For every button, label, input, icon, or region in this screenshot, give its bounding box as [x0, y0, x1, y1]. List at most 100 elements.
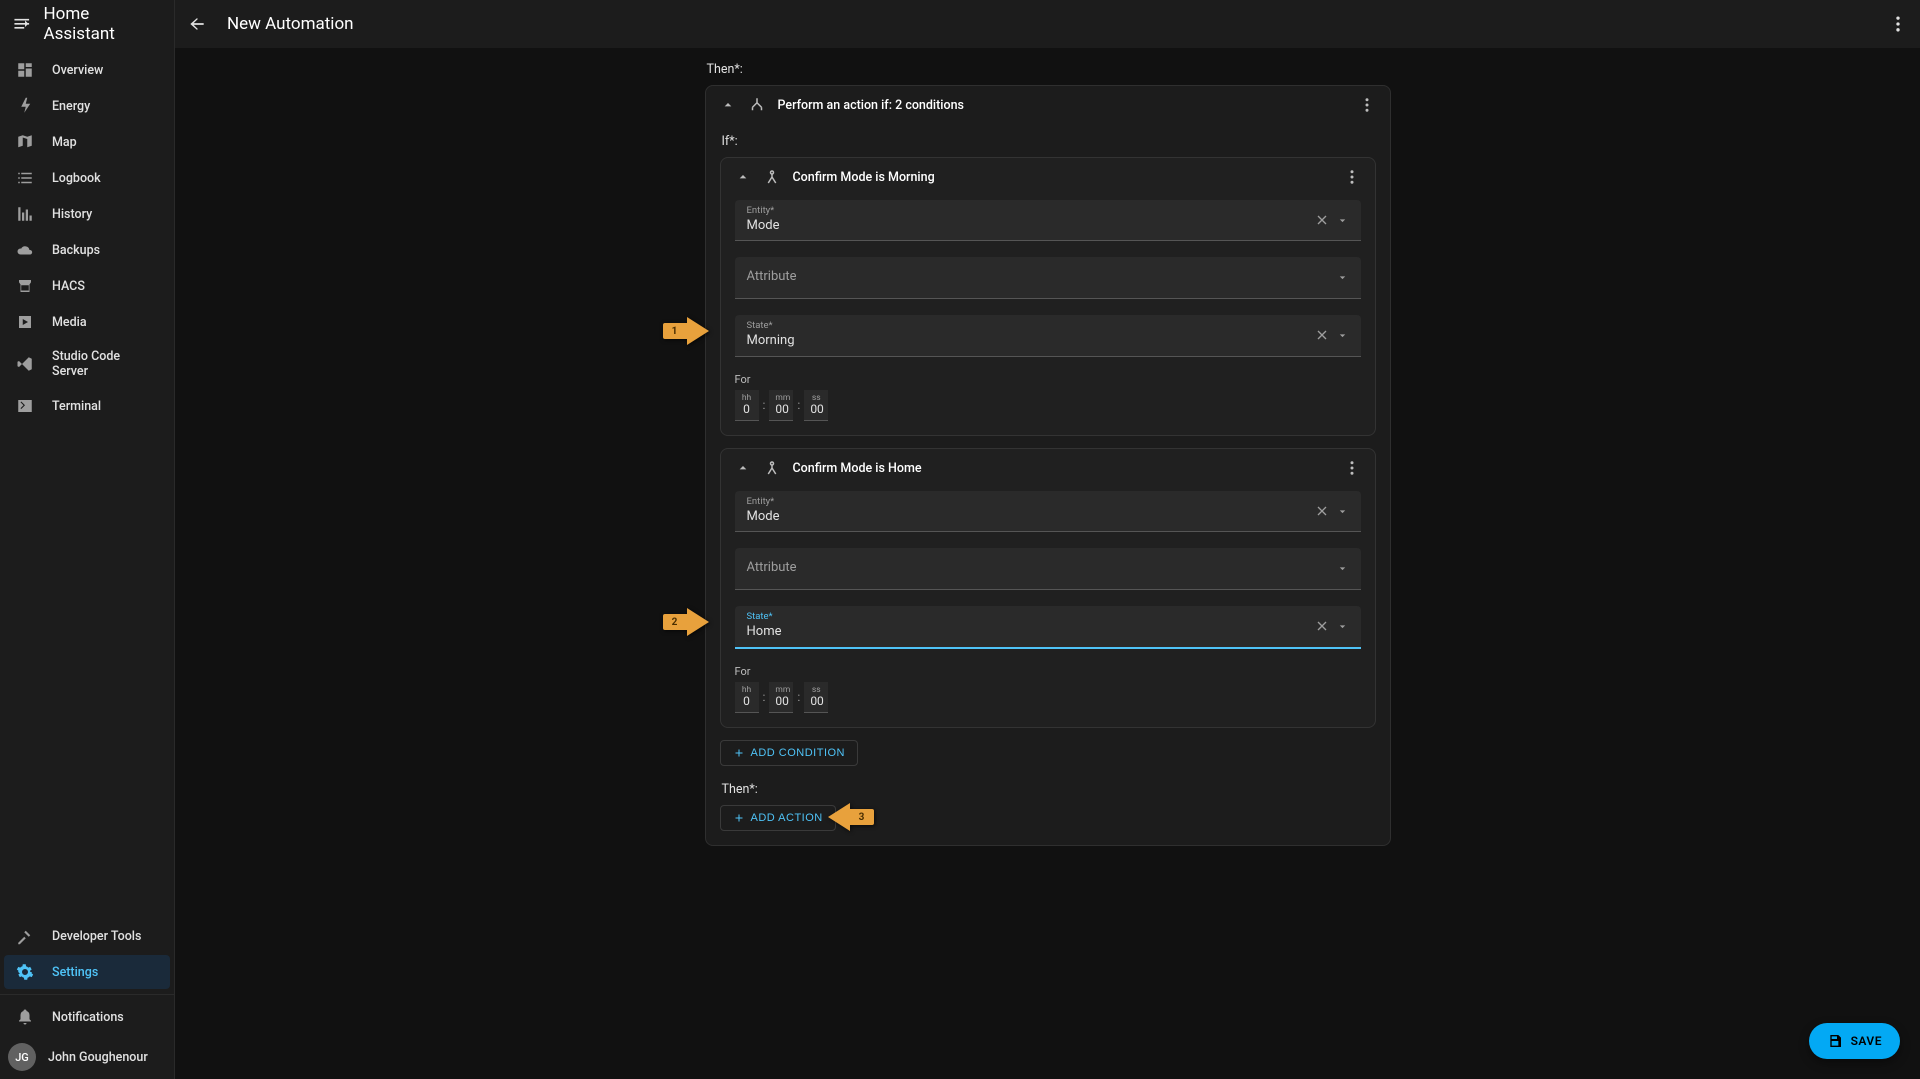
action-card: Perform an action if: 2 conditions If*: …: [705, 85, 1391, 846]
field-label: Entity*: [747, 497, 1314, 507]
hammer-icon: [16, 927, 34, 945]
dropdown-icon[interactable]: [1336, 214, 1349, 227]
dashboard-icon: [16, 61, 34, 79]
nav-label: Map: [52, 135, 77, 150]
nav-label: Terminal: [52, 399, 101, 414]
field-label: State*: [747, 612, 1314, 622]
condition-header[interactable]: Confirm Mode is Home: [721, 449, 1375, 487]
attribute-field[interactable]: Attribute: [735, 548, 1361, 590]
if-label: If*:: [722, 134, 1376, 149]
sidebar-user[interactable]: JG John Goughenour: [0, 1035, 174, 1079]
nav-label: Media: [52, 315, 87, 330]
card-more-icon[interactable]: [1343, 168, 1361, 186]
state-icon: [763, 168, 781, 186]
nav-label: Logbook: [52, 171, 101, 186]
sidebar-item-logbook[interactable]: Logbook: [4, 161, 170, 195]
sidebar-item-settings[interactable]: Settings: [4, 955, 170, 989]
dropdown-icon[interactable]: [1336, 505, 1349, 518]
vscode-icon: [16, 355, 34, 373]
for-ss[interactable]: ss00: [804, 390, 828, 422]
list-icon: [16, 169, 34, 187]
map-icon: [16, 133, 34, 151]
for-hh[interactable]: hh0: [735, 682, 759, 714]
sidebar-item-media[interactable]: Media: [4, 305, 170, 339]
page-title: New Automation: [227, 14, 354, 34]
nav-label: Overview: [52, 63, 103, 78]
sidebar-item-notifications[interactable]: Notifications: [4, 1000, 170, 1034]
dropdown-icon[interactable]: [1336, 562, 1349, 575]
terminal-icon: [16, 397, 34, 415]
sidebar: Home Assistant Overview Energy Map Logbo…: [0, 0, 175, 1079]
card-more-icon[interactable]: [1343, 459, 1361, 477]
field-placeholder: Attribute: [747, 263, 1336, 292]
back-icon[interactable]: [187, 14, 207, 34]
field-placeholder: Attribute: [747, 554, 1336, 583]
condition-card-1: Confirm Mode is Home Entity* Mode: [720, 448, 1376, 728]
save-icon: [1827, 1033, 1843, 1049]
clear-icon[interactable]: [1314, 212, 1330, 228]
gear-icon: [16, 963, 34, 981]
state-field[interactable]: State* Morning 1: [735, 315, 1361, 356]
chevron-up-icon[interactable]: [735, 460, 751, 476]
user-name: John Goughenour: [48, 1050, 148, 1065]
for-hh[interactable]: hh0: [735, 390, 759, 422]
dropdown-icon[interactable]: [1336, 271, 1349, 284]
chevron-up-icon[interactable]: [735, 169, 751, 185]
field-value: Morning: [747, 333, 1314, 350]
sidebar-header: Home Assistant: [0, 0, 174, 48]
add-action-label: ADD ACTION: [751, 812, 823, 824]
nav-label: Energy: [52, 99, 90, 114]
clear-icon[interactable]: [1314, 327, 1330, 343]
lightning-icon: [16, 97, 34, 115]
cloud-icon: [16, 241, 34, 259]
clear-icon[interactable]: [1314, 618, 1330, 634]
save-label: SAVE: [1851, 1034, 1882, 1048]
nav-label: HACS: [52, 279, 85, 294]
for-ss[interactable]: ss00: [804, 682, 828, 714]
chevron-up-icon[interactable]: [720, 97, 736, 113]
play-box-icon: [16, 313, 34, 331]
plus-icon: [733, 812, 745, 824]
for-mm[interactable]: mm00: [769, 390, 793, 422]
state-icon: [763, 459, 781, 477]
nav-label: Studio Code Server: [52, 349, 158, 379]
dropdown-icon[interactable]: [1336, 620, 1349, 633]
add-action-button[interactable]: ADD ACTION: [720, 805, 836, 831]
action-card-header[interactable]: Perform an action if: 2 conditions: [706, 86, 1390, 124]
condition-title: Confirm Mode is Morning: [793, 170, 1331, 185]
condition-header[interactable]: Confirm Mode is Morning: [721, 158, 1375, 196]
entity-field[interactable]: Entity* Mode: [735, 491, 1361, 532]
store-icon: [16, 277, 34, 295]
then-label: Then*:: [707, 62, 1391, 77]
for-mm[interactable]: mm00: [769, 682, 793, 714]
sidebar-item-code[interactable]: Studio Code Server: [4, 341, 170, 387]
sidebar-item-hacs[interactable]: HACS: [4, 269, 170, 303]
sidebar-item-history[interactable]: History: [4, 197, 170, 231]
dropdown-icon[interactable]: [1336, 329, 1349, 342]
nav-label: Notifications: [52, 1010, 124, 1025]
then2-label: Then*:: [722, 782, 1376, 797]
condition-card-0: Confirm Mode is Morning Entity* Mode: [720, 157, 1376, 436]
sidebar-item-backups[interactable]: Backups: [4, 233, 170, 267]
avatar: JG: [8, 1043, 36, 1071]
for-row: hh0 : mm00 : ss00: [735, 682, 1361, 714]
sidebar-item-map[interactable]: Map: [4, 125, 170, 159]
bell-icon: [16, 1008, 34, 1026]
add-condition-label: ADD CONDITION: [751, 747, 846, 759]
state-field[interactable]: State* Home 2: [735, 606, 1361, 648]
add-condition-button[interactable]: ADD CONDITION: [720, 740, 859, 766]
save-button[interactable]: SAVE: [1809, 1023, 1900, 1059]
sidebar-item-energy[interactable]: Energy: [4, 89, 170, 123]
clear-icon[interactable]: [1314, 503, 1330, 519]
card-more-icon[interactable]: [1358, 96, 1376, 114]
for-label: For: [735, 665, 1361, 678]
attribute-field[interactable]: Attribute: [735, 257, 1361, 299]
sidebar-item-devtools[interactable]: Developer Tools: [4, 919, 170, 953]
more-icon[interactable]: [1888, 14, 1908, 34]
menu-icon[interactable]: [12, 14, 32, 34]
sidebar-item-overview[interactable]: Overview: [4, 53, 170, 87]
sidebar-item-terminal[interactable]: Terminal: [4, 389, 170, 423]
plus-icon: [733, 747, 745, 759]
field-label: Entity*: [747, 206, 1314, 216]
entity-field[interactable]: Entity* Mode: [735, 200, 1361, 241]
